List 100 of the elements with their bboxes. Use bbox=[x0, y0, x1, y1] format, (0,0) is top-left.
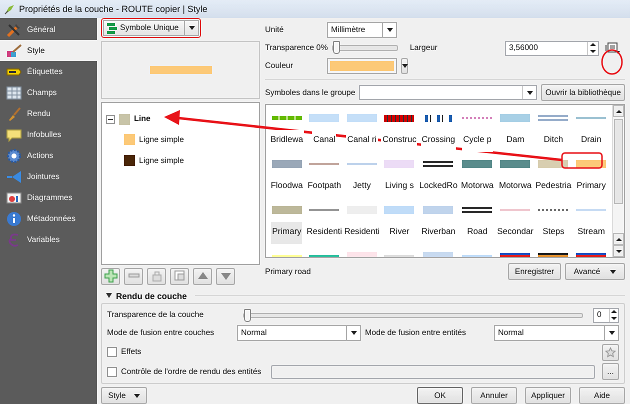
sidebar-item[interactable]: Champs bbox=[0, 82, 97, 103]
sidebar-item[interactable]: Métadonnées bbox=[0, 208, 97, 229]
line-swatch[interactable] bbox=[384, 206, 414, 214]
open-library-button[interactable]: Ouvrir la bibliothèque bbox=[541, 84, 625, 101]
line-swatch[interactable] bbox=[500, 209, 530, 211]
line-swatch[interactable] bbox=[309, 114, 340, 122]
lock-icon bbox=[150, 269, 164, 284]
arrow-icon bbox=[6, 168, 22, 184]
sidebar-item[interactable]: Style bbox=[0, 40, 97, 61]
dialog-button[interactable]: Annuler bbox=[471, 387, 517, 404]
tree-item[interactable]: Ligne simple bbox=[106, 150, 255, 171]
duplicate-button[interactable] bbox=[170, 268, 189, 285]
line-swatch[interactable] bbox=[462, 117, 492, 119]
line-swatch[interactable] bbox=[500, 160, 530, 168]
line-swatch[interactable] bbox=[500, 114, 530, 122]
transparency-label: Transparence 0% bbox=[265, 43, 328, 53]
tools-icon bbox=[6, 22, 22, 38]
style-button[interactable]: Style bbox=[101, 387, 147, 404]
slider-thumb[interactable] bbox=[244, 308, 251, 322]
checkbox[interactable] bbox=[107, 366, 117, 376]
line-swatch[interactable] bbox=[309, 255, 340, 257]
table-icon bbox=[6, 84, 22, 100]
sidebar-item[interactable]: Étiquettes bbox=[0, 61, 97, 82]
unit-label: Unité bbox=[265, 25, 285, 35]
blend-dropdown[interactable]: Normal bbox=[494, 325, 619, 341]
line-swatch[interactable] bbox=[272, 255, 302, 257]
width-label: Largeur bbox=[410, 43, 438, 53]
tree-item[interactable]: Line bbox=[106, 109, 255, 129]
symbol-name: Primary road bbox=[265, 266, 311, 276]
line-swatch[interactable] bbox=[272, 116, 302, 120]
remove-button[interactable] bbox=[124, 268, 143, 285]
duplicate-icon bbox=[172, 269, 186, 284]
line-swatch[interactable] bbox=[346, 163, 377, 165]
sidebar-item[interactable]: Actions bbox=[0, 145, 97, 166]
sidebar-item[interactable]: Jointures bbox=[0, 166, 97, 187]
save-button[interactable]: Enregistrer bbox=[508, 263, 561, 280]
info-icon bbox=[6, 210, 22, 226]
up-button[interactable] bbox=[193, 268, 212, 285]
width-spinbox[interactable]: 3,56000 bbox=[505, 40, 599, 56]
group-title[interactable]: Rendu de couche bbox=[116, 290, 187, 301]
checkbox[interactable] bbox=[107, 347, 117, 357]
sidebar-item[interactable]: Variables bbox=[0, 229, 97, 250]
line-swatch[interactable] bbox=[423, 161, 454, 167]
line-swatch[interactable] bbox=[384, 160, 414, 168]
add-button[interactable] bbox=[101, 268, 120, 285]
dialog-button[interactable]: Aide bbox=[579, 387, 625, 404]
collapse-icon[interactable] bbox=[106, 114, 115, 124]
more-button[interactable]: ... bbox=[602, 363, 619, 380]
line-swatch[interactable] bbox=[423, 206, 454, 214]
tree-item[interactable]: Ligne simple bbox=[106, 129, 255, 150]
blend-dropdown[interactable]: Normal bbox=[237, 325, 361, 341]
down-button[interactable] bbox=[216, 268, 235, 285]
blend-label: Mode de fusion entre couches bbox=[107, 328, 216, 338]
transparency-label: Transparence de la couche bbox=[107, 310, 205, 320]
sidebar-item[interactable]: Diagrammes bbox=[0, 187, 97, 208]
effects-label: Effets bbox=[121, 347, 142, 357]
dialog-button[interactable]: OK bbox=[417, 387, 463, 404]
line-swatch[interactable] bbox=[538, 160, 568, 168]
line-swatch[interactable] bbox=[462, 160, 492, 168]
line-swatch[interactable] bbox=[346, 114, 377, 122]
line-swatch[interactable] bbox=[384, 255, 414, 257]
renderer-dropdown[interactable]: Symbole Unique bbox=[103, 20, 199, 36]
speech-bubble-icon bbox=[6, 126, 22, 142]
transparency-spinbox[interactable]: 0 bbox=[593, 308, 619, 322]
scrollbar[interactable] bbox=[612, 105, 624, 257]
color-menu-button[interactable] bbox=[401, 58, 408, 74]
line-swatch[interactable] bbox=[384, 114, 414, 122]
renderer-icon bbox=[107, 22, 117, 34]
line-swatch[interactable] bbox=[576, 209, 606, 211]
symbol-label[interactable]: Primary bbox=[271, 222, 302, 244]
window-title: Propriétés de la couche - ROUTE copier | Style bbox=[19, 4, 208, 14]
group-label: Symboles dans le groupe bbox=[265, 88, 356, 98]
line-swatch[interactable] bbox=[538, 115, 568, 121]
dialog-button[interactable]: Appliquer bbox=[525, 387, 571, 404]
line-swatch[interactable] bbox=[309, 209, 340, 211]
slider-thumb[interactable] bbox=[332, 41, 340, 54]
highlight-frame bbox=[561, 152, 603, 169]
sidebar-item[interactable]: Général bbox=[0, 19, 97, 40]
color-button[interactable] bbox=[327, 58, 397, 74]
chart-icon bbox=[6, 190, 22, 206]
advanced-button[interactable]: Avancé bbox=[565, 263, 625, 280]
line-swatch[interactable] bbox=[309, 163, 340, 165]
lock-button[interactable] bbox=[147, 268, 166, 285]
group-dropdown[interactable] bbox=[359, 85, 538, 100]
app-icon bbox=[4, 4, 15, 14]
data-defined-icon[interactable] bbox=[605, 41, 621, 55]
sidebar-item[interactable]: Infobulles bbox=[0, 124, 97, 145]
add-icon bbox=[104, 269, 118, 284]
line-swatch[interactable] bbox=[272, 206, 302, 214]
line-swatch[interactable] bbox=[576, 117, 606, 119]
unit-dropdown[interactable]: Millimètre bbox=[327, 22, 397, 38]
collapse-icon[interactable] bbox=[105, 293, 112, 298]
line-swatch[interactable] bbox=[538, 209, 568, 211]
effects-button[interactable] bbox=[602, 344, 619, 360]
line-swatch[interactable] bbox=[576, 160, 606, 168]
line-swatch[interactable] bbox=[462, 207, 492, 213]
line-swatch[interactable] bbox=[272, 160, 302, 168]
line-swatch[interactable] bbox=[462, 255, 492, 257]
highlight-circle bbox=[601, 49, 623, 75]
sidebar-item[interactable]: Rendu bbox=[0, 103, 97, 124]
